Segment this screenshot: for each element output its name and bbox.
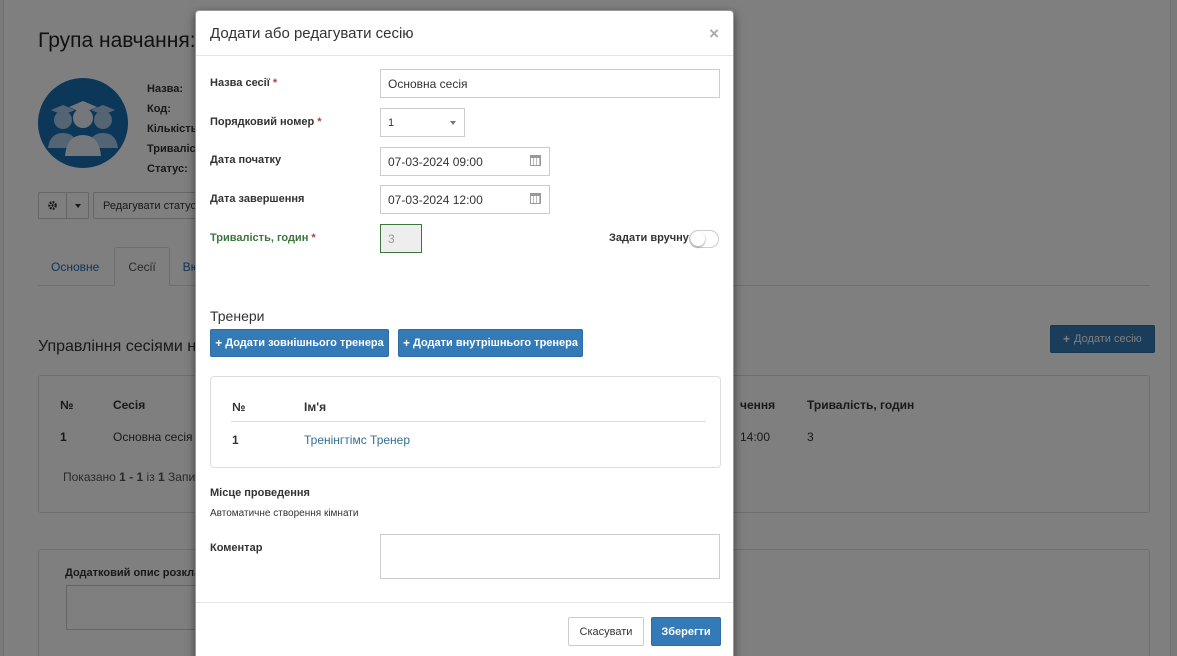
close-icon[interactable]: × <box>709 25 719 42</box>
duration-label-text: Тривалість, годин <box>210 232 309 244</box>
manual-toggle[interactable] <box>689 230 719 248</box>
manual-label: Задати вручну <box>609 232 689 244</box>
cancel-button[interactable]: Скасувати <box>568 617 644 646</box>
session-name-label-text: Назва сесії <box>210 77 270 89</box>
trainers-header-num: № <box>232 400 246 414</box>
modal-header: Додати або редагувати сесію × <box>196 11 733 56</box>
plus-icon: + <box>402 336 410 350</box>
session-name-value: Основна сесія <box>388 76 468 91</box>
modal-footer: Скасувати Зберегти <box>196 602 733 656</box>
location-label: Місце проведення <box>210 487 310 499</box>
calendar-icon[interactable] <box>530 193 541 204</box>
modal-title: Додати або редагувати сесію <box>210 24 414 42</box>
trainers-table-panel: № Ім'я 1 Тренінгтімс Тренер <box>210 376 721 468</box>
end-date-value: 07-03-2024 12:00 <box>388 192 483 207</box>
trainer-row-num: 1 <box>232 433 239 447</box>
add-internal-trainer-label: Додати внутрішнього тренера <box>413 337 578 349</box>
add-internal-trainer-button[interactable]: + Додати внутрішнього тренера <box>398 329 583 357</box>
trainer-row-name[interactable]: Тренінгтімс Тренер <box>304 433 410 447</box>
start-date-input[interactable]: 07-03-2024 09:00 <box>380 147 550 176</box>
location-value: Автоматичне створення кімнати <box>210 508 359 519</box>
comment-label: Коментар <box>210 542 263 554</box>
add-external-trainer-button[interactable]: + Додати зовнішнього тренера <box>210 329 389 357</box>
toggle-knob <box>691 232 705 246</box>
plus-icon: + <box>215 336 223 350</box>
order-number-label-text: Порядковий номер <box>210 116 315 128</box>
required-mark: * <box>311 232 316 244</box>
chevron-down-icon <box>450 121 456 125</box>
order-number-select[interactable]: 1 <box>380 108 465 137</box>
comment-textarea[interactable] <box>380 534 720 579</box>
session-modal: Додати або редагувати сесію × Назва сесі… <box>195 10 734 656</box>
end-date-input[interactable]: 07-03-2024 12:00 <box>380 185 550 214</box>
table-divider <box>231 421 706 422</box>
start-date-value: 07-03-2024 09:00 <box>388 154 483 169</box>
order-number-value: 1 <box>388 116 395 129</box>
duration-input[interactable]: 3 <box>380 224 422 253</box>
save-button[interactable]: Зберегти <box>651 617 721 646</box>
required-mark: * <box>272 77 278 89</box>
trainers-header-name: Ім'я <box>304 400 327 414</box>
end-date-label: Дата завершення <box>210 193 305 205</box>
session-name-input[interactable]: Основна сесія <box>380 69 720 98</box>
duration-value: 3 <box>388 231 395 246</box>
duration-label: Тривалість, годин * <box>210 232 316 244</box>
required-mark: * <box>317 116 322 128</box>
start-date-label: Дата початку <box>210 154 282 166</box>
session-name-label: Назва сесії * <box>210 77 277 89</box>
calendar-icon[interactable] <box>530 155 541 166</box>
add-external-trainer-label: Додати зовнішнього тренера <box>225 337 384 349</box>
order-number-label: Порядковий номер * <box>210 116 322 128</box>
trainers-heading: Тренери <box>210 308 265 324</box>
